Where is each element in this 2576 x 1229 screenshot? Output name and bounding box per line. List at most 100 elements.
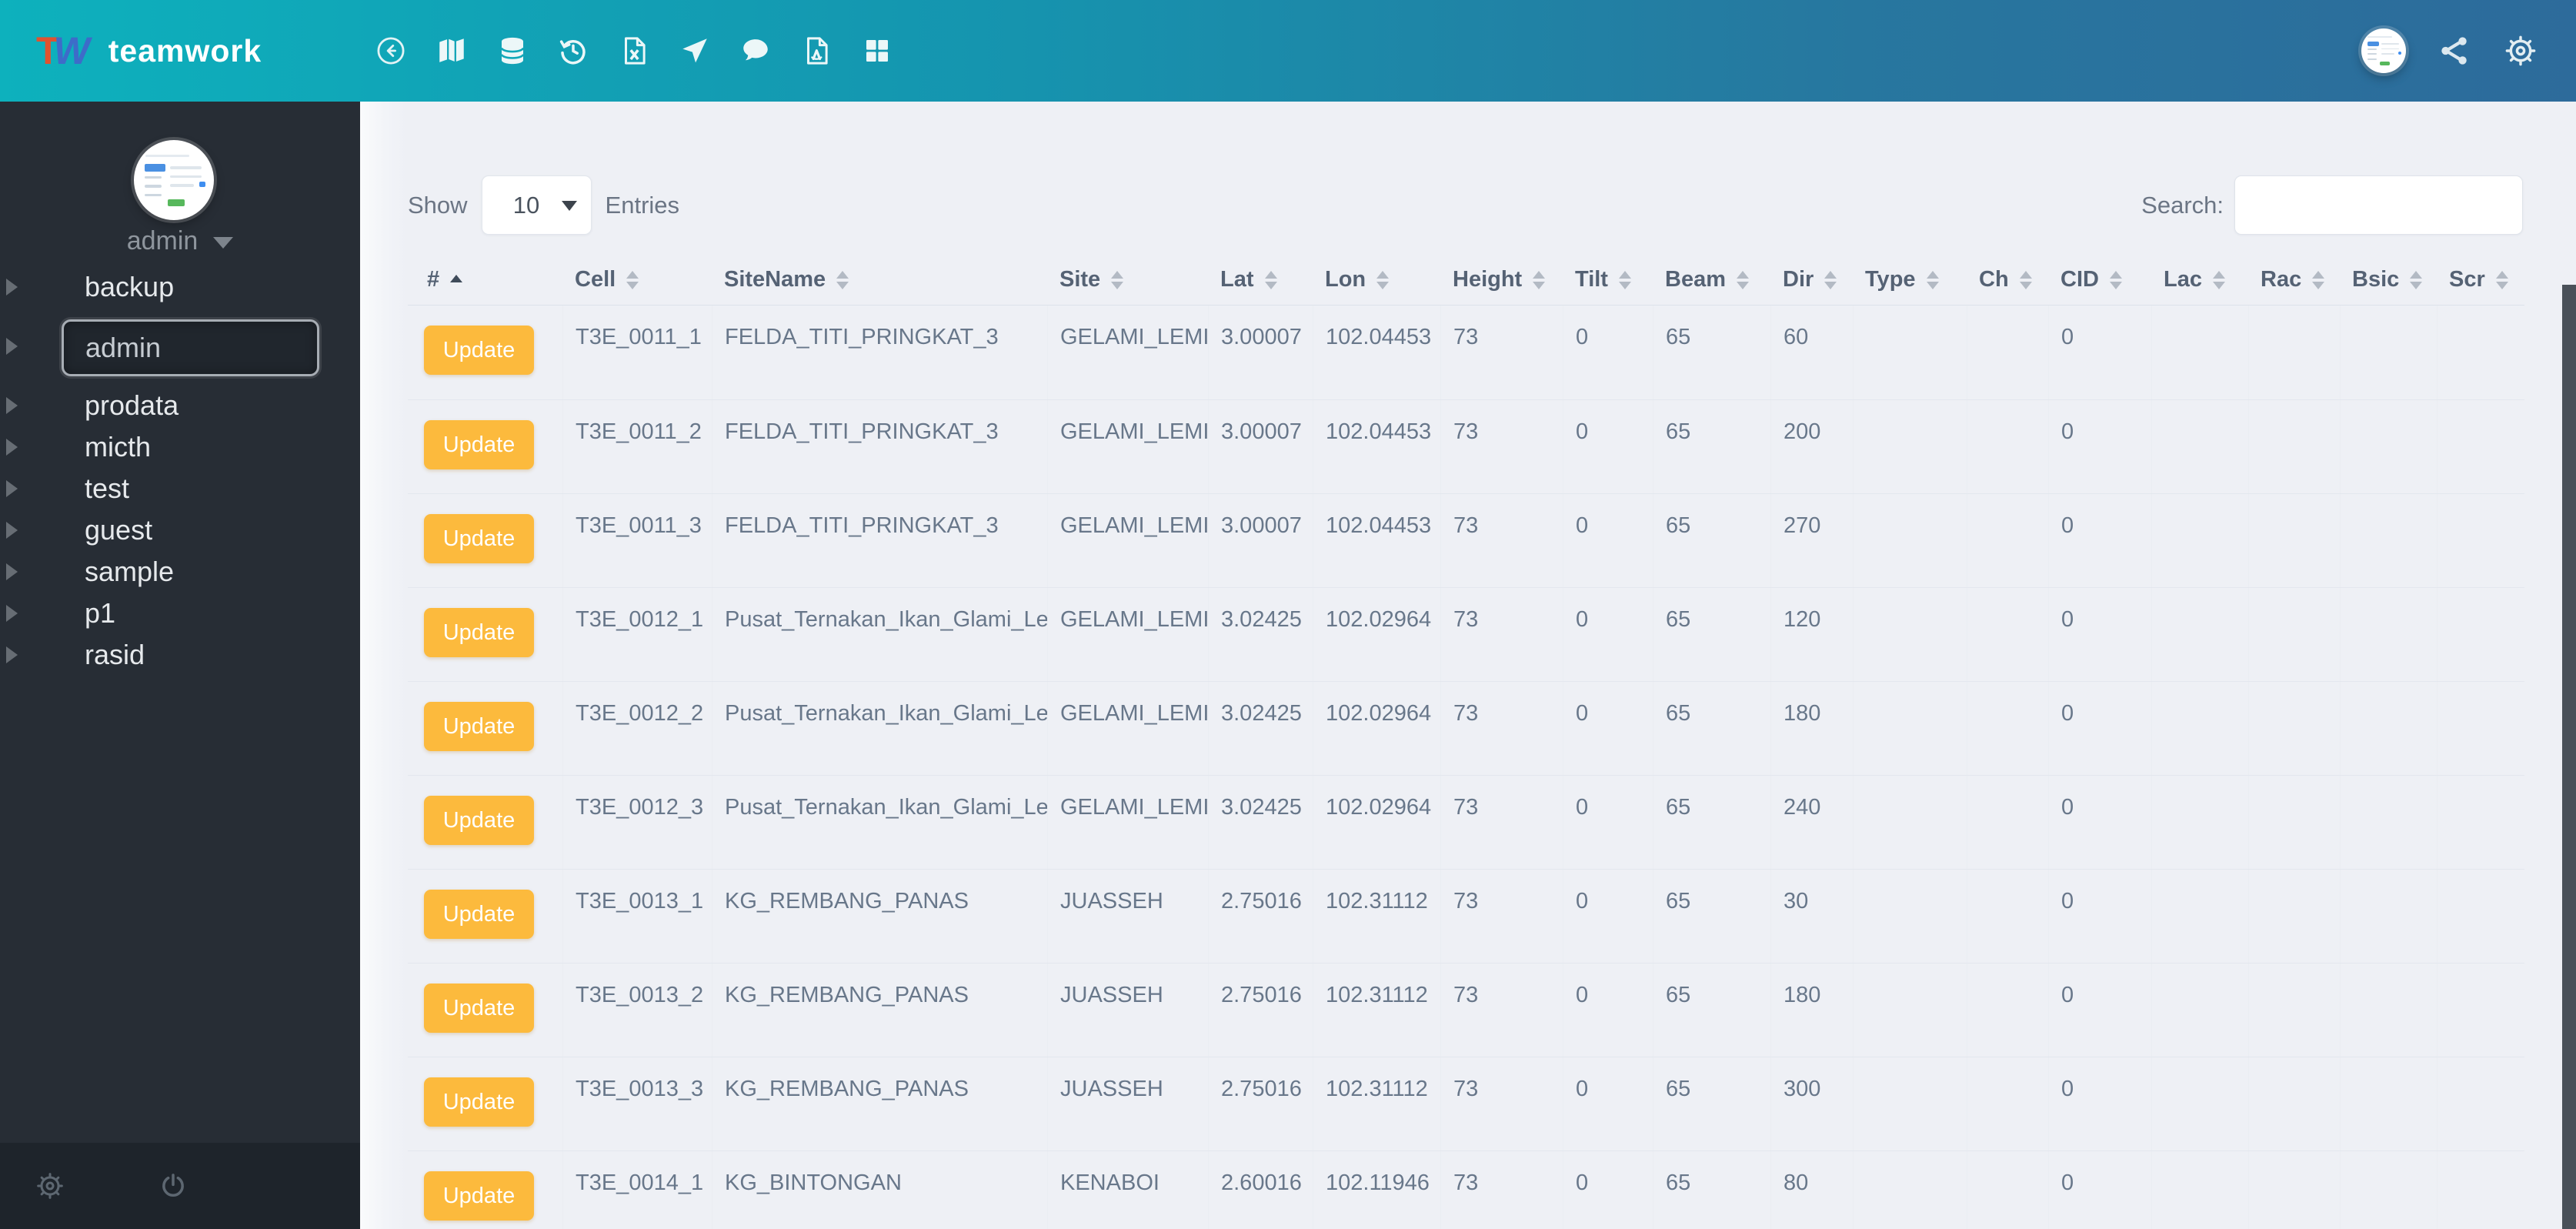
- column-label: Dir: [1783, 267, 1814, 292]
- cell-beam: 65: [1653, 682, 1770, 775]
- update-button[interactable]: Update: [424, 608, 534, 657]
- column-header-cid[interactable]: CID: [2048, 255, 2151, 305]
- page-size-select[interactable]: 10: [481, 175, 592, 235]
- column-header-cell[interactable]: Cell: [562, 255, 712, 305]
- sidebar-item-admin[interactable]: admin: [0, 308, 360, 385]
- cell-rac: [2248, 1151, 2340, 1229]
- column-header-lon[interactable]: Lon: [1313, 255, 1440, 305]
- cell-sitename: FELDA_TITI_PRINGKAT_3: [712, 400, 1047, 493]
- cell-type: [1853, 870, 1967, 963]
- update-button[interactable]: Update: [424, 702, 534, 751]
- scrollbar[interactable]: [2562, 285, 2576, 1229]
- cell-lac: [2151, 1151, 2248, 1229]
- column-header-bsic[interactable]: Bsic: [2340, 255, 2437, 305]
- update-button[interactable]: Update: [424, 984, 534, 1033]
- file-pdf-icon[interactable]: [800, 35, 833, 67]
- sidebar-username[interactable]: admin: [0, 226, 360, 256]
- sort-icon: [1824, 270, 1837, 289]
- cell-type: [1853, 306, 1967, 399]
- power-icon[interactable]: [158, 1171, 189, 1201]
- sidebar-item-guest[interactable]: guest: [0, 509, 360, 551]
- sort-icon: [2410, 270, 2423, 289]
- update-button[interactable]: Update: [424, 890, 534, 939]
- column-header-scr[interactable]: Scr: [2437, 255, 2524, 305]
- sidebar-item-sample[interactable]: sample: [0, 551, 360, 593]
- settings-gear-icon[interactable]: [35, 1171, 65, 1201]
- sort-icon: [1737, 270, 1749, 289]
- file-excel-icon[interactable]: [618, 35, 650, 67]
- update-button[interactable]: Update: [424, 514, 534, 563]
- column-header-dir[interactable]: Dir: [1770, 255, 1853, 305]
- column-label: Cell: [575, 267, 616, 292]
- cell-lon: 102.02964: [1313, 682, 1440, 775]
- cell-num: Update: [408, 1151, 562, 1229]
- sidebar-item-test[interactable]: test: [0, 468, 360, 509]
- cell-lon: 102.11946: [1313, 1151, 1440, 1229]
- update-button[interactable]: Update: [424, 420, 534, 469]
- update-button[interactable]: Update: [424, 326, 534, 375]
- sort-icon: [2019, 270, 2032, 289]
- search-input[interactable]: [2234, 175, 2523, 235]
- cell-ch: [1967, 963, 2048, 1057]
- sidebar-rename-input[interactable]: admin: [62, 319, 319, 377]
- sidebar-item-rasid[interactable]: rasid: [0, 634, 360, 676]
- cell-sitename: KG_REMBANG_PANAS: [712, 870, 1047, 963]
- cell-tilt: 0: [1563, 682, 1653, 775]
- update-button[interactable]: Update: [424, 1077, 534, 1127]
- cell-site: JUASSEH: [1047, 1057, 1208, 1151]
- table-row: Update T3E_0013_3 KG_REMBANG_PANAS JUASSEH 2…: [408, 1057, 2524, 1151]
- brand[interactable]: TW teamwork: [36, 0, 262, 102]
- update-button[interactable]: Update: [424, 1171, 534, 1221]
- cell-lat: 3.02425: [1208, 588, 1313, 681]
- user-avatar[interactable]: [2361, 28, 2406, 73]
- location-arrow-icon[interactable]: [679, 35, 711, 67]
- cell-lat: 2.75016: [1208, 963, 1313, 1057]
- sidebar-avatar[interactable]: [134, 140, 214, 220]
- column-header-lat[interactable]: Lat: [1208, 255, 1313, 305]
- cell-ch: [1967, 494, 2048, 587]
- cell-cid: 0: [2048, 494, 2151, 587]
- column-header-rac[interactable]: Rac: [2248, 255, 2340, 305]
- column-header-beam[interactable]: Beam: [1653, 255, 1770, 305]
- cell-lat: 3.00007: [1208, 494, 1313, 587]
- column-header-ch[interactable]: Ch: [1967, 255, 2048, 305]
- history-icon[interactable]: [557, 35, 589, 67]
- cell-type: [1853, 1057, 1967, 1151]
- column-header-lac[interactable]: Lac: [2151, 255, 2248, 305]
- column-header-height[interactable]: Height: [1440, 255, 1563, 305]
- sidebar-item-p1[interactable]: p1: [0, 593, 360, 634]
- sort-icon: [1376, 270, 1390, 289]
- grid-apps-icon[interactable]: [861, 35, 893, 67]
- table-row: Update T3E_0012_3 Pusat_Ternakan_Ikan_Glam…: [408, 775, 2524, 869]
- column-header-type[interactable]: Type: [1853, 255, 1967, 305]
- column-header-num[interactable]: #: [408, 255, 562, 305]
- sidebar-item-prodata[interactable]: prodata: [0, 385, 360, 426]
- cell-lac: [2151, 400, 2248, 493]
- update-button[interactable]: Update: [424, 796, 534, 845]
- cell-lon: 102.04453: [1313, 306, 1440, 399]
- chat-icon[interactable]: [739, 35, 772, 67]
- map-icon[interactable]: [435, 35, 468, 67]
- sidebar-item-backup[interactable]: backup: [0, 266, 360, 308]
- caret-right-icon: [6, 563, 18, 580]
- data-table: # Cell SiteName Site Lat Lon Height Tilt Beam Dir…: [408, 255, 2524, 1229]
- column-header-site[interactable]: Site: [1047, 255, 1208, 305]
- cell-site: KENABOI: [1047, 1151, 1208, 1229]
- cell-bsic: [2340, 963, 2437, 1057]
- database-icon[interactable]: [496, 35, 529, 67]
- back-circle-icon[interactable]: [375, 35, 407, 67]
- cell-scr: [2437, 306, 2524, 399]
- column-header-sitename[interactable]: SiteName: [712, 255, 1047, 305]
- column-label: Lon: [1325, 267, 1366, 292]
- cell-height: 73: [1440, 870, 1563, 963]
- cell-tilt: 0: [1563, 306, 1653, 399]
- cell-num: Update: [408, 963, 562, 1057]
- cell-height: 73: [1440, 776, 1563, 869]
- settings-gear-icon[interactable]: [2503, 33, 2538, 68]
- cell-lon: 102.02964: [1313, 776, 1440, 869]
- cell-num: Update: [408, 776, 562, 869]
- cell-dir: 80: [1770, 1151, 1853, 1229]
- share-icon[interactable]: [2437, 33, 2472, 68]
- sidebar-item-micth[interactable]: micth: [0, 426, 360, 468]
- column-header-tilt[interactable]: Tilt: [1563, 255, 1653, 305]
